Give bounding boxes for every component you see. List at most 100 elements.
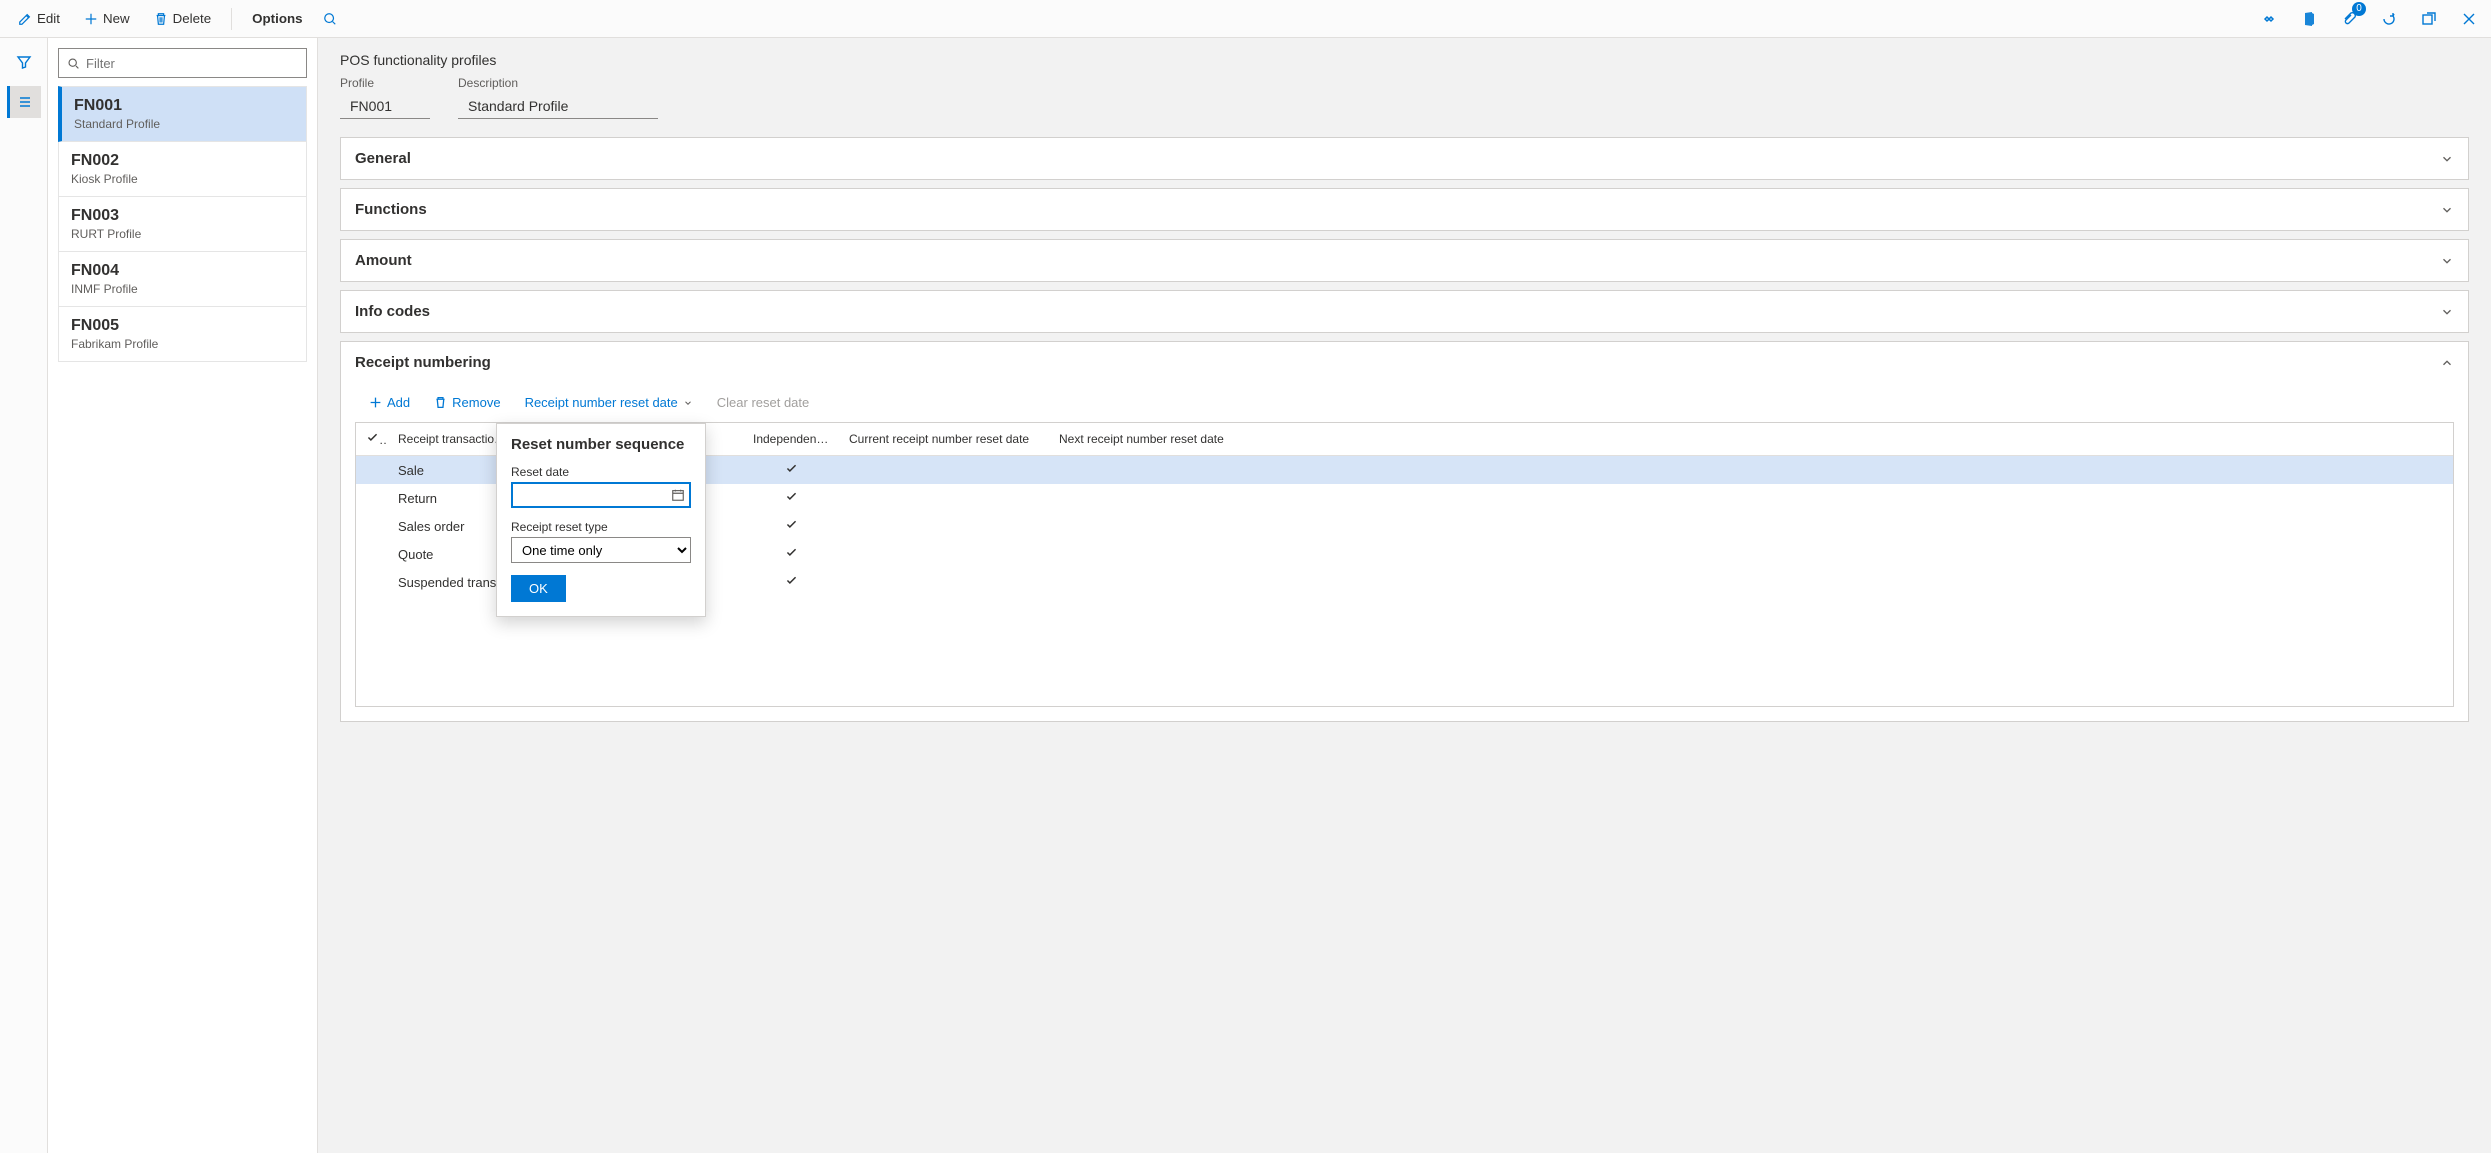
new-label: New: [103, 11, 130, 26]
popup-ok-button[interactable]: OK: [511, 575, 566, 602]
options-label: Options: [252, 11, 302, 26]
profile-field-value[interactable]: FN001: [340, 94, 430, 119]
grid-remove-button[interactable]: Remove: [424, 389, 510, 416]
grid-toolbar: Add Remove Receipt number reset date Cle…: [355, 383, 2454, 422]
list-item-desc: Fabrikam Profile: [71, 337, 294, 351]
section-amount-header[interactable]: Amount: [341, 240, 2468, 281]
description-field-value[interactable]: Standard Profile: [458, 94, 658, 119]
refresh-icon: [2381, 11, 2397, 27]
link-icon-button[interactable]: [2255, 5, 2283, 33]
rail-filter-button[interactable]: [7, 46, 41, 78]
row-selector[interactable]: [356, 568, 388, 596]
list-item-code: FN004: [71, 262, 294, 280]
reset-sequence-popup: Reset number sequence Reset date Receipt…: [496, 423, 706, 617]
trash-icon: [434, 396, 447, 409]
section-functions-header[interactable]: Functions: [341, 189, 2468, 230]
refresh-button[interactable]: [2375, 5, 2403, 33]
row-selector[interactable]: [356, 456, 388, 485]
top-action-bar: Edit New Delete Options: [0, 0, 2491, 38]
list-item[interactable]: FN005 Fabrikam Profile: [58, 307, 307, 362]
page-title: POS functionality profiles: [340, 52, 2469, 68]
grid-add-label: Add: [387, 395, 410, 410]
list-item-desc: RURT Profile: [71, 227, 294, 241]
filter-box[interactable]: [58, 48, 307, 78]
section-info-codes: Info codes: [340, 290, 2469, 333]
chevron-up-icon: [2440, 356, 2454, 370]
section-info-codes-title: Info codes: [355, 303, 430, 320]
chevron-down-icon: [683, 398, 693, 408]
list-item[interactable]: FN003RURT Profile: [58, 197, 307, 252]
list-item-code: FN005: [71, 317, 294, 335]
plus-icon: [84, 12, 98, 26]
list-item[interactable]: FN002 Kiosk Profile: [58, 142, 307, 197]
row-selector[interactable]: [356, 512, 388, 540]
divider: [231, 8, 232, 30]
section-info-codes-header[interactable]: Info codes: [341, 291, 2468, 332]
row-selector[interactable]: [356, 484, 388, 512]
close-button[interactable]: [2455, 5, 2483, 33]
row-independent: [743, 484, 839, 512]
section-general-header[interactable]: General: [341, 138, 2468, 179]
section-receipt-numbering-header[interactable]: Receipt numbering: [341, 342, 2468, 383]
grid-select-all[interactable]: [356, 423, 388, 456]
filter-input[interactable]: [86, 56, 298, 71]
popout-icon: [2421, 11, 2437, 27]
col-rest: [1259, 423, 2453, 456]
options-button[interactable]: Options: [242, 5, 312, 32]
trash-icon: [154, 12, 168, 26]
check-icon: [785, 462, 798, 475]
rail-list-button[interactable]: [7, 86, 41, 118]
row-selector[interactable]: [356, 540, 388, 568]
profile-field-label: Profile: [340, 76, 430, 90]
section-receipt-numbering: Receipt numbering Add Remove: [340, 341, 2469, 722]
chevron-down-icon: [2440, 254, 2454, 268]
list-item-desc: Standard Profile: [74, 117, 294, 131]
row-next-reset: [1049, 512, 1259, 540]
grid-reset-date-menu[interactable]: Receipt number reset date: [515, 389, 703, 416]
delete-label: Delete: [173, 11, 212, 26]
col-next-reset[interactable]: Next receipt number reset date: [1049, 423, 1259, 456]
grid-clear-reset-label: Clear reset date: [717, 395, 810, 410]
left-rail: [0, 38, 48, 1153]
popout-button[interactable]: [2415, 5, 2443, 33]
list-item[interactable]: FN004INMF Profile: [58, 252, 307, 307]
check-icon: [785, 574, 798, 587]
list-icon: [17, 94, 33, 110]
list-item-desc: Kiosk Profile: [71, 172, 294, 186]
section-functions-title: Functions: [355, 201, 427, 218]
description-field-label: Description: [458, 76, 658, 90]
popup-reset-type-select[interactable]: One time only: [511, 537, 691, 563]
plus-icon: [369, 396, 382, 409]
check-icon: [785, 518, 798, 531]
search-icon: [323, 12, 337, 26]
col-current-reset[interactable]: Current receipt number reset date: [839, 423, 1049, 456]
col-independent[interactable]: Independent se...: [743, 423, 839, 456]
calendar-icon[interactable]: [671, 488, 685, 502]
row-next-reset: [1049, 568, 1259, 596]
new-button[interactable]: New: [74, 5, 140, 32]
grid-add-button[interactable]: Add: [359, 389, 420, 416]
list-item-code: FN002: [71, 152, 294, 170]
section-general: General: [340, 137, 2469, 180]
row-independent: [743, 456, 839, 485]
row-independent: [743, 540, 839, 568]
list-item[interactable]: FN001Standard Profile: [58, 86, 307, 142]
popup-ok-label: OK: [529, 581, 548, 596]
search-button[interactable]: [317, 6, 343, 32]
pencil-icon: [18, 12, 32, 26]
attachments-button[interactable]: 0: [2335, 5, 2363, 33]
row-current-reset: [839, 456, 1049, 485]
edit-button[interactable]: Edit: [8, 5, 70, 32]
section-general-title: General: [355, 150, 411, 167]
office-icon-button[interactable]: [2295, 5, 2323, 33]
check-icon: [366, 431, 379, 444]
delete-button[interactable]: Delete: [144, 5, 222, 32]
grid-remove-label: Remove: [452, 395, 500, 410]
row-current-reset: [839, 512, 1049, 540]
row-next-reset: [1049, 540, 1259, 568]
section-amount: Amount: [340, 239, 2469, 282]
chevron-down-icon: [2440, 305, 2454, 319]
popup-reset-date-input[interactable]: [511, 482, 691, 508]
row-independent: [743, 512, 839, 540]
section-receipt-numbering-title: Receipt numbering: [355, 354, 491, 371]
